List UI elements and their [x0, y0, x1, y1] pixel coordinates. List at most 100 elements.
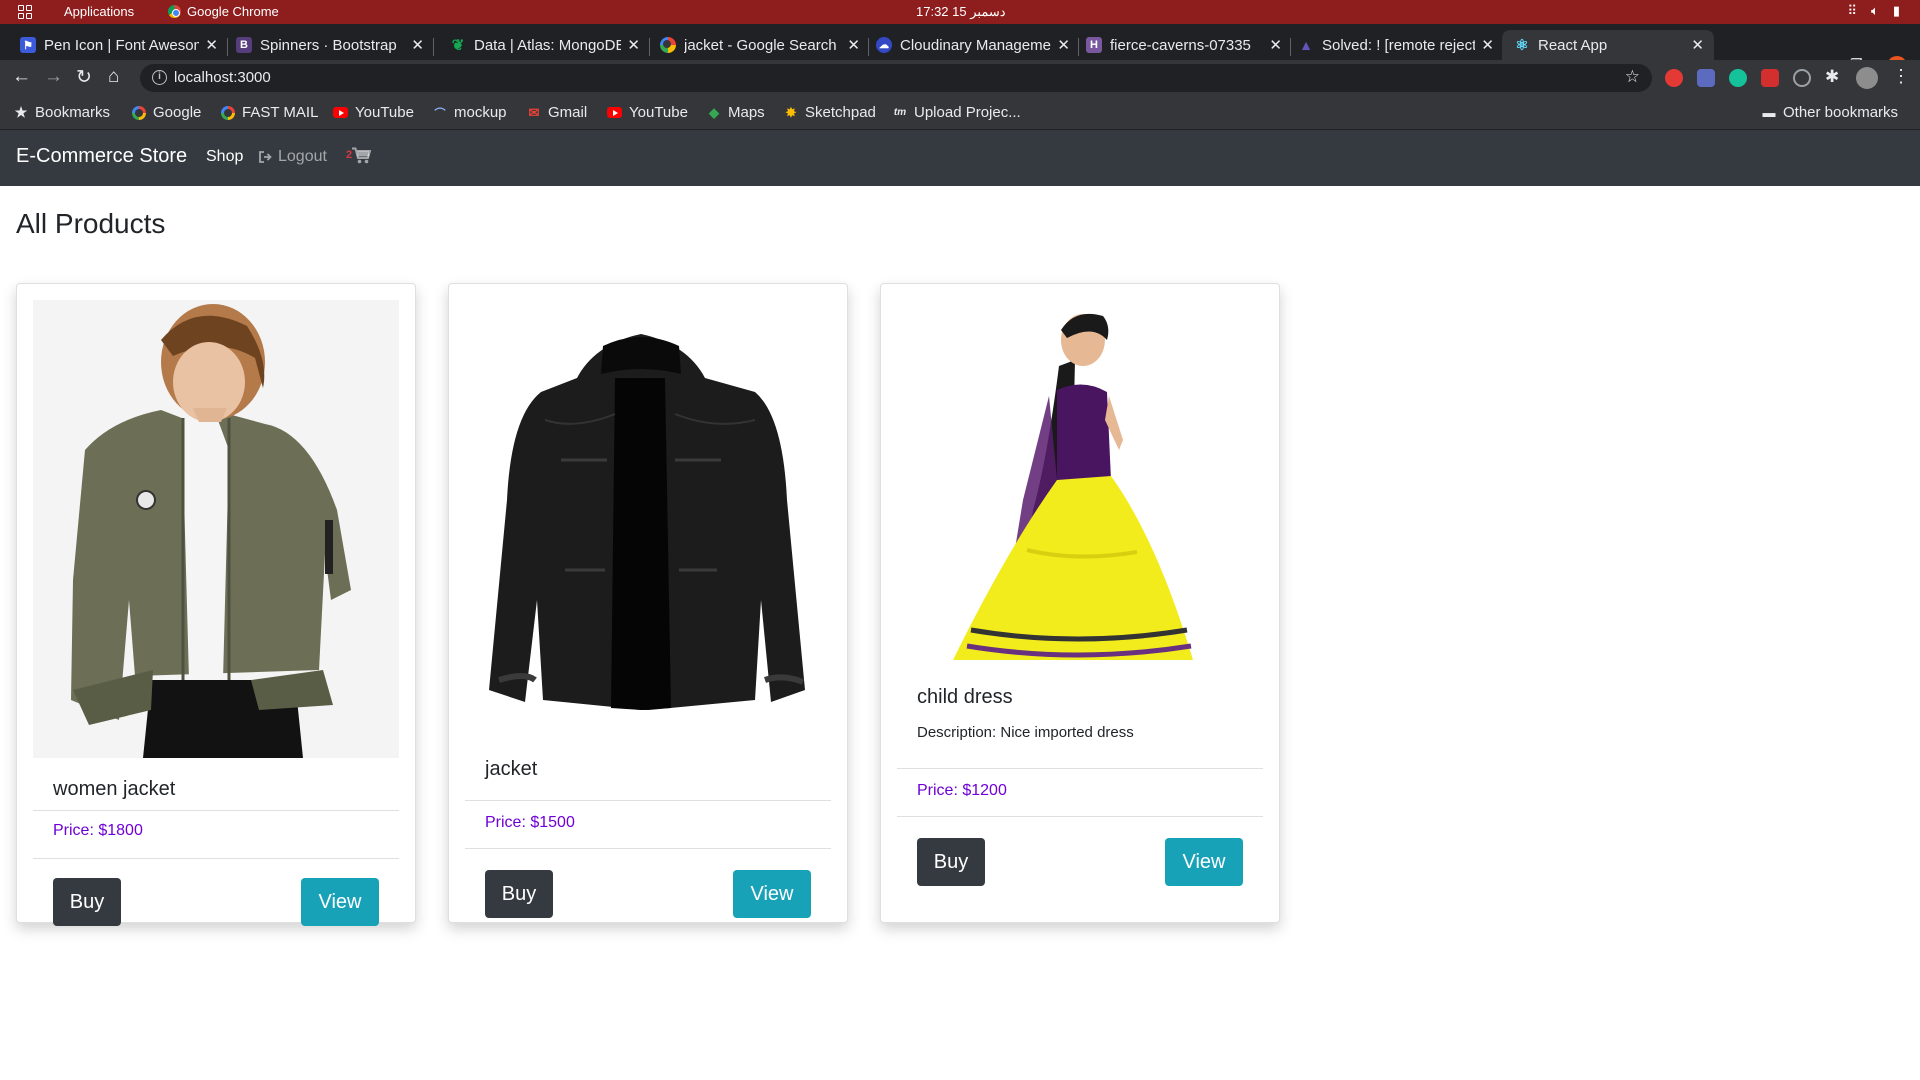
view-button[interactable]: View [301, 878, 379, 926]
extension-record-icon[interactable] [1793, 69, 1811, 87]
site-info-icon[interactable]: i [152, 70, 167, 85]
close-icon[interactable]: ✕ [1269, 36, 1282, 54]
bookmark-youtube[interactable]: YouTube [333, 104, 414, 121]
extension-calendar-icon[interactable] [1761, 69, 1779, 87]
product-price: Price: $1200 [917, 782, 1007, 799]
close-icon[interactable]: ✕ [1057, 36, 1070, 54]
tab-heroku[interactable]: H fierce-caverns-07335 ✕ [1086, 30, 1282, 60]
extension-adblock-icon[interactable] [1665, 69, 1683, 87]
os-active-app-label: Google Chrome [187, 4, 279, 19]
product-name: jacket [485, 758, 538, 780]
cloudinary-cloud-icon: ☁ [876, 37, 892, 53]
address-bar[interactable]: i localhost:3000 ☆ [140, 64, 1652, 92]
bookmark-fast-mail[interactable]: FAST MAIL [221, 104, 318, 121]
nav-cart[interactable]: 2 [346, 147, 372, 164]
tab-react-app[interactable]: ⚛ React App ✕ [1502, 30, 1714, 60]
buy-button[interactable]: Buy [917, 838, 985, 886]
close-icon[interactable]: ✕ [627, 36, 640, 54]
os-applications-menu[interactable]: Applications [64, 4, 134, 19]
shopping-cart-icon [352, 147, 372, 164]
tab-divider [649, 38, 650, 56]
forward-arrow-icon[interactable]: → [44, 66, 63, 88]
navbar-brand[interactable]: E-Commerce Store [16, 145, 187, 168]
youtube-icon [607, 107, 622, 118]
product-image [33, 300, 399, 758]
bookmark-youtube-2[interactable]: YouTube [607, 104, 688, 121]
extension-translate-icon[interactable] [1697, 69, 1715, 87]
bookmark-star-icon[interactable]: ☆ [1625, 67, 1640, 87]
battery-icon[interactable]: ▮ [1893, 3, 1900, 19]
close-icon[interactable]: ✕ [847, 36, 860, 54]
close-icon[interactable]: ✕ [1691, 36, 1704, 54]
profile-avatar[interactable] [1856, 67, 1878, 89]
bookmark-label: Maps [728, 104, 765, 121]
divider [897, 816, 1263, 817]
tab-mongodb[interactable]: ❦ Data | Atlas: MongoDB ✕ [450, 30, 640, 60]
bookmark-label: YouTube [629, 104, 688, 121]
divider [33, 858, 399, 859]
heroku-icon: H [1086, 37, 1102, 53]
react-icon: ⚛ [1515, 37, 1529, 54]
tab-atlassian[interactable]: ▲ Solved: ! [remote rejected] ✕ [1298, 30, 1494, 60]
tab-font-awesome[interactable]: ⚑ Pen Icon | Font Awesome ✕ [20, 30, 218, 60]
os-clock[interactable]: 17:32 15 دسمبر [916, 4, 1006, 20]
tab-title: Cloudinary Management [900, 36, 1052, 54]
bookmark-mockup[interactable]: ⌒ mockup [433, 104, 507, 121]
tab-title: Solved: ! [remote rejected] [1322, 36, 1476, 54]
network-icon[interactable]: ⠿ [1848, 3, 1858, 19]
system-tray[interactable]: ⠿ 🔈︎ ▮ [1848, 3, 1901, 19]
tab-cloudinary[interactable]: ☁ Cloudinary Management ✕ [876, 30, 1070, 60]
buy-button[interactable]: Buy [485, 870, 553, 918]
product-price: Price: $1800 [53, 822, 143, 839]
bookmark-gmail[interactable]: ✉ Gmail [527, 104, 588, 121]
bookmarks-bar: ★ Bookmarks Google FAST MAIL YouTube ⌒ m… [0, 96, 1920, 130]
tab-divider [227, 38, 228, 56]
bookmark-label: mockup [454, 104, 507, 121]
tm-icon: tm [893, 107, 907, 118]
buy-button[interactable]: Buy [53, 878, 121, 926]
bookmarks-menu[interactable]: ★ Bookmarks [14, 104, 110, 121]
nav-link-logout-label: Logout [278, 148, 327, 165]
bookmark-maps[interactable]: ◆ Maps [707, 104, 765, 121]
google-icon [221, 105, 235, 120]
view-button[interactable]: View [733, 870, 811, 918]
product-description: Description: Nice imported dress [917, 724, 1134, 741]
reload-icon[interactable]: ↻ [76, 66, 92, 89]
bookmark-label: Sketchpad [805, 104, 876, 121]
nav-link-logout[interactable]: Logout [258, 148, 327, 166]
other-bookmarks[interactable]: ▬ Other bookmarks [1762, 104, 1899, 121]
bookmark-google[interactable]: Google [132, 104, 201, 121]
extension-grammarly-icon[interactable] [1729, 69, 1747, 87]
bookmark-label: Upload Projec... [914, 104, 1021, 121]
bookmark-label: YouTube [355, 104, 414, 121]
product-card-jacket: jacket Price: $1500 Buy View [448, 283, 848, 923]
apps-grid-icon[interactable] [18, 5, 32, 19]
view-button[interactable]: View [1165, 838, 1243, 886]
star-icon: ★ [14, 104, 28, 120]
home-icon[interactable]: ⌂ [108, 66, 119, 88]
divider [897, 768, 1263, 769]
close-icon[interactable]: ✕ [1481, 36, 1494, 54]
bookmark-sketchpad[interactable]: ✸ Sketchpad [784, 104, 876, 121]
volume-icon[interactable]: 🔈︎ [1871, 3, 1879, 19]
tab-divider [1078, 38, 1079, 56]
google-icon [132, 105, 146, 120]
bootstrap-icon: B [236, 37, 252, 53]
chrome-menu-icon[interactable]: ⋮ [1892, 66, 1910, 87]
nav-link-shop[interactable]: Shop [206, 148, 243, 166]
tab-google-search[interactable]: jacket - Google Search ✕ [660, 30, 860, 60]
close-icon[interactable]: ✕ [205, 36, 218, 54]
bookmark-upload-project[interactable]: tm Upload Projec... [893, 104, 1021, 121]
back-arrow-icon[interactable]: ← [12, 66, 31, 88]
product-name: women jacket [53, 778, 176, 800]
chrome-icon [168, 5, 181, 18]
bookmark-label: Google [153, 104, 202, 121]
sign-out-icon [259, 151, 272, 163]
os-active-app[interactable]: Google Chrome [168, 4, 279, 19]
tab-bootstrap[interactable]: B Spinners · Bootstrap ✕ [236, 30, 424, 60]
other-bookmarks-label: Other bookmarks [1783, 104, 1899, 121]
address-url[interactable]: localhost:3000 [174, 69, 271, 86]
extensions-puzzle-icon[interactable]: ✱ [1825, 67, 1839, 87]
close-icon[interactable]: ✕ [411, 36, 424, 54]
tab-title: React App [1538, 36, 1608, 54]
